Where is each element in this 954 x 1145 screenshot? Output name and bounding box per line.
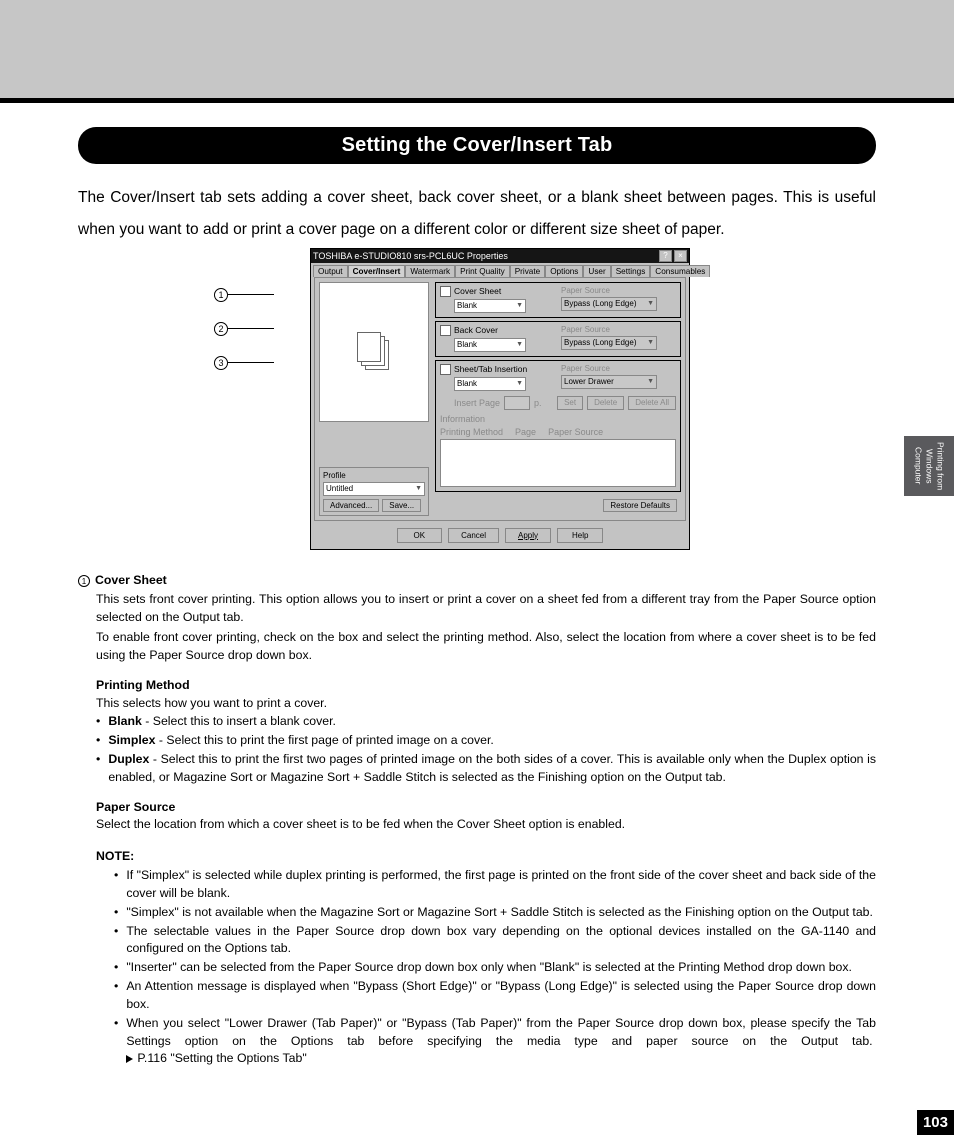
profile-label: Profile [323, 471, 425, 480]
close-icon[interactable]: × [674, 250, 687, 262]
insertion-group: Sheet/Tab Insertion Blank▼ Paper Source … [435, 360, 681, 492]
properties-dialog: TOSHIBA e-STUDIO810 srs-PCL6UC Propertie… [310, 248, 690, 550]
delete-all-button[interactable]: Delete All [628, 396, 676, 410]
delete-button[interactable]: Delete [587, 396, 624, 410]
printing-method-desc: This selects how you want to print a cov… [96, 695, 876, 713]
printing-method-bullets: Blank - Select this to insert a blank co… [96, 713, 876, 786]
insert-ps-label: Paper Source [561, 364, 676, 373]
printing-method-head: Printing Method [96, 677, 876, 695]
page-preview [319, 282, 429, 422]
dialog-titlebar[interactable]: TOSHIBA e-STUDIO810 srs-PCL6UC Propertie… [311, 249, 689, 263]
insert-page-label: Insert Page [454, 398, 500, 408]
back-ps-label: Paper Source [561, 325, 676, 334]
note-head: NOTE: [96, 848, 876, 866]
callout-2: 2 [214, 322, 228, 336]
insertion-checkbox[interactable]: Sheet/Tab Insertion [440, 364, 555, 375]
side-tab: Printing from Windows Computer [904, 436, 954, 496]
cover-sheet-method[interactable]: Blank▼ [454, 299, 526, 313]
profile-combo[interactable]: Untitled▼ [323, 482, 425, 496]
insertion-method[interactable]: Blank▼ [454, 377, 526, 391]
back-ps-combo[interactable]: Bypass (Long Edge)▼ [561, 336, 657, 350]
back-cover-method[interactable]: Blank▼ [454, 338, 526, 352]
item-1-number: 1 [78, 575, 90, 587]
cancel-button[interactable]: Cancel [448, 528, 499, 543]
insert-ps-combo[interactable]: Lower Drawer▼ [561, 375, 657, 389]
tab-cover-insert[interactable]: Cover/Insert [348, 265, 406, 277]
explanation-section: 1 Cover Sheet This sets front cover prin… [78, 572, 876, 1070]
info-page: Page [515, 427, 536, 437]
advanced-button[interactable]: Advanced... [323, 499, 379, 512]
insertion-list[interactable] [440, 439, 676, 487]
insert-page-input[interactable] [504, 396, 530, 410]
dialog-tabs: Output Cover/Insert Watermark Print Qual… [311, 263, 689, 277]
cover-ps-combo[interactable]: Bypass (Long Edge)▼ [561, 297, 657, 311]
tab-options[interactable]: Options [545, 265, 583, 277]
back-cover-checkbox[interactable]: Back Cover [440, 325, 555, 336]
info-label: Information [440, 414, 676, 424]
tab-output[interactable]: Output [313, 265, 348, 277]
page-content: Setting the Cover/Insert Tab The Cover/I… [0, 103, 954, 1089]
help-button[interactable]: Help [557, 528, 603, 543]
cover-sheet-group: Cover Sheet Blank▼ Paper Source Bypass (… [435, 282, 681, 318]
tab-user[interactable]: User [583, 265, 610, 277]
ok-button[interactable]: OK [397, 528, 443, 543]
top-gray-banner [0, 0, 954, 98]
tab-private[interactable]: Private [510, 265, 545, 277]
tab-settings[interactable]: Settings [611, 265, 651, 277]
info-src: Paper Source [548, 427, 603, 437]
dialog-panel: Profile Untitled▼ Advanced... Save... [314, 277, 686, 521]
page-number: 103 [917, 1110, 954, 1135]
set-button[interactable]: Set [557, 396, 583, 410]
tab-print-quality[interactable]: Print Quality [455, 265, 510, 277]
back-cover-group: Back Cover Blank▼ Paper Source Bypass (L… [435, 321, 681, 357]
profile-group: Profile Untitled▼ Advanced... Save... [319, 467, 429, 516]
info-method: Printing Method [440, 427, 503, 437]
tab-watermark[interactable]: Watermark [405, 265, 455, 277]
dialog-title: TOSHIBA e-STUDIO810 srs-PCL6UC Propertie… [313, 251, 657, 261]
save-button[interactable]: Save... [382, 499, 421, 512]
apply-button[interactable]: Apply [505, 528, 551, 543]
restore-defaults-button[interactable]: Restore Defaults [603, 499, 677, 512]
callout-1: 1 [214, 288, 228, 302]
callout-3: 3 [214, 356, 228, 370]
cross-ref: P.116 "Setting the Options Tab" [126, 1050, 306, 1068]
paper-source-head: Paper Source [96, 799, 876, 817]
cover-sheet-checkbox[interactable]: Cover Sheet [440, 286, 555, 297]
help-icon[interactable]: ? [659, 250, 672, 262]
figure-container: 1 2 3 TOSHIBA e-STUDIO810 srs-PCL6UC Pro… [78, 248, 876, 550]
note-bullets: If "Simplex" is selected while duplex pr… [114, 867, 876, 1069]
item-1-p1: This sets front cover printing. This opt… [96, 591, 876, 627]
section-title: Setting the Cover/Insert Tab [78, 127, 876, 164]
paper-source-desc: Select the location from which a cover s… [96, 816, 876, 834]
item-1-p2: To enable front cover printing, check on… [96, 629, 876, 665]
tab-consumables[interactable]: Consumables [650, 265, 710, 277]
item-1-title: Cover Sheet [95, 572, 167, 590]
intro-paragraph: The Cover/Insert tab sets adding a cover… [78, 182, 876, 246]
cover-ps-label: Paper Source [561, 286, 676, 295]
p-label: p. [534, 398, 542, 408]
